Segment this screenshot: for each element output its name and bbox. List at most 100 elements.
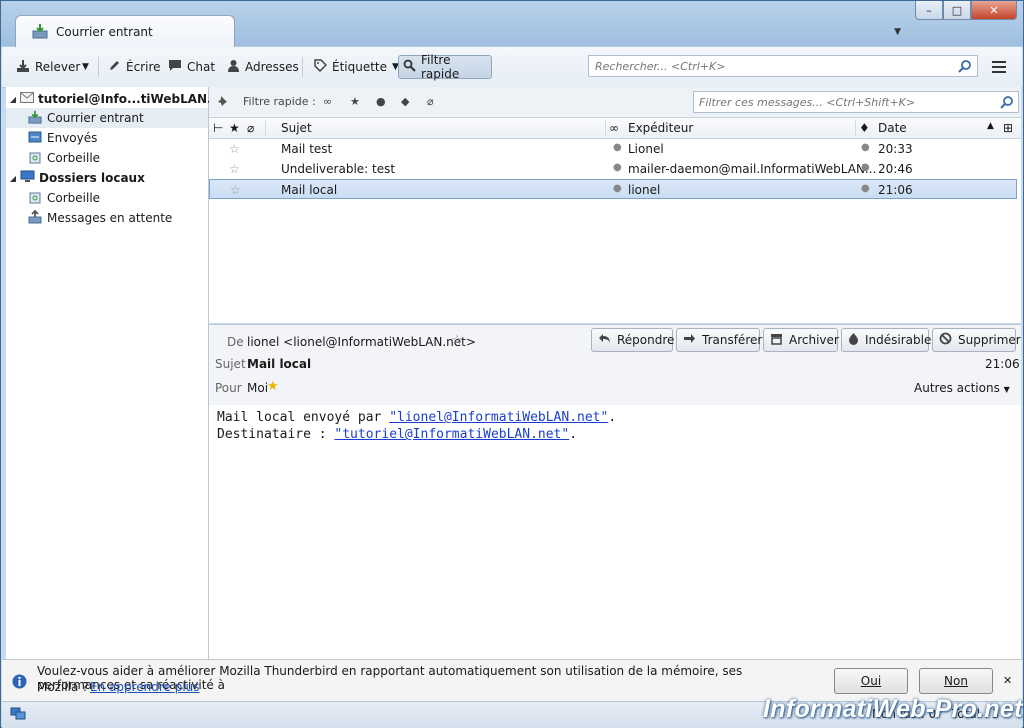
read-status-dot[interactable]: ● xyxy=(613,162,622,173)
pencil-icon xyxy=(108,59,121,75)
mail-account-icon xyxy=(20,92,34,106)
yes-button[interactable]: Oui xyxy=(834,668,908,694)
chat-button[interactable]: Chat xyxy=(164,55,219,79)
star-column-icon[interactable]: ★ xyxy=(229,121,240,135)
message-row[interactable]: ☆ Undeliverable: test ● mailer-daemon@ma… xyxy=(209,159,1017,179)
delete-button[interactable]: Supprimer xyxy=(932,328,1021,352)
chat-icon xyxy=(168,59,182,75)
computer-icon xyxy=(20,170,35,186)
address-book-button[interactable]: Adresses xyxy=(223,55,303,79)
tab-courrier-entrant[interactable]: Courrier entrant xyxy=(15,15,235,48)
read-status-dot[interactable]: ● xyxy=(613,183,622,194)
archive-button[interactable]: Archiver xyxy=(763,328,839,352)
global-search-input[interactable]: Rechercher... <Ctrl+K> xyxy=(588,55,978,77)
sender-column-header[interactable]: Expéditeur xyxy=(628,121,693,135)
toolbar-separator xyxy=(302,57,303,77)
read-column-icon[interactable]: ∞ xyxy=(609,121,619,135)
write-button[interactable]: Écrire xyxy=(104,55,165,79)
get-messages-label: Relever xyxy=(35,60,81,74)
maximize-button[interactable]: □ xyxy=(943,1,971,20)
folder-sent[interactable]: Envoyés xyxy=(6,128,97,148)
star-icon[interactable]: ☆ xyxy=(451,333,463,348)
mailto-link[interactable]: "lionel@InformatiWebLAN.net" xyxy=(389,410,608,425)
tag-filter-icon[interactable]: ◆ xyxy=(401,95,409,108)
star-filled-icon[interactable]: ★ xyxy=(267,379,279,394)
get-messages-dropdown[interactable]: ▼ xyxy=(78,55,93,79)
date-column-header[interactable]: Date xyxy=(878,121,907,135)
tabs-dropdown-icon[interactable]: ▼ xyxy=(894,27,901,37)
folder-inbox[interactable]: Courrier entrant xyxy=(6,108,208,128)
write-label: Écrire xyxy=(126,60,161,74)
delete-icon xyxy=(939,332,952,348)
close-window-button[interactable]: ✕ xyxy=(971,1,1017,20)
local-folders[interactable]: ◢ Dossiers locaux xyxy=(8,168,145,188)
search-icon[interactable] xyxy=(1000,95,1014,112)
hamburger-menu-icon[interactable] xyxy=(992,61,1006,76)
junk-status-dot[interactable]: ● xyxy=(861,162,870,173)
from-value[interactable]: lionel <lionel@InformatiWebLAN.net> xyxy=(247,335,476,349)
archive-icon xyxy=(770,333,783,348)
attachment-column-icon[interactable]: ⌀ xyxy=(247,121,254,135)
star-icon[interactable]: ☆ xyxy=(229,142,240,156)
subject-column-header[interactable]: Sujet xyxy=(281,121,312,135)
forward-button[interactable]: Transférer xyxy=(676,328,763,352)
collapse-icon[interactable]: ◢ xyxy=(8,95,18,104)
read-status-dot[interactable]: ● xyxy=(613,142,622,153)
star-icon[interactable]: ☆ xyxy=(229,162,240,176)
reply-button[interactable]: Répondre xyxy=(591,328,674,352)
junk-status-dot[interactable]: ● xyxy=(861,183,870,194)
junk-status-dot[interactable]: ● xyxy=(861,142,870,153)
tag-icon xyxy=(314,59,328,75)
folder-local-trash[interactable]: Corbeille xyxy=(6,188,100,208)
no-button[interactable]: Non xyxy=(919,668,993,694)
other-actions-button[interactable]: Autres actions ▼ xyxy=(914,381,1010,395)
download-icon xyxy=(16,59,30,76)
message-row[interactable]: ☆ Mail test ● Lionel ● 20:33 xyxy=(209,139,1017,159)
attachment-filter-icon[interactable]: ⌀ xyxy=(427,95,434,108)
quick-filter-label: Filtre rapide : xyxy=(243,95,316,108)
message-sender: Lionel xyxy=(628,142,664,156)
subject-value: Mail local xyxy=(247,357,312,371)
quick-filter-label: Filtre rapide xyxy=(421,53,460,81)
notification-text-2: Mozilla ? xyxy=(37,680,89,694)
tag-button[interactable]: Étiquette ▼ xyxy=(310,55,403,79)
message-row-selected[interactable]: ☆ Mail local ● lionel ● 21:06 xyxy=(209,179,1017,199)
get-messages-button[interactable]: Relever xyxy=(12,55,84,79)
mailto-link[interactable]: "tutoriel@InformatiWebLAN.net" xyxy=(334,427,569,442)
search-icon[interactable] xyxy=(958,59,972,76)
thread-column-icon[interactable]: ⊢ xyxy=(213,121,223,135)
to-value[interactable]: Moi xyxy=(247,381,268,395)
folder-trash[interactable]: Corbeille xyxy=(6,148,100,168)
sort-ascending-icon[interactable]: ▲ xyxy=(987,121,994,131)
main-toolbar: Relever ▼ Écrire Chat Adresses Étiquette… xyxy=(2,47,1022,88)
close-icon[interactable]: ✕ xyxy=(1003,674,1012,687)
account-label: tutoriel@Info...tiWebLAN.net xyxy=(38,92,235,106)
minimize-button[interactable]: – xyxy=(915,1,943,20)
filter-messages-input[interactable]: Filtrer ces messages... <Ctrl+Shift+K> xyxy=(693,91,1019,113)
folder-outbox[interactable]: Messages en attente xyxy=(6,208,172,228)
junk-button[interactable]: Indésirable xyxy=(841,328,931,352)
filter-placeholder: Filtrer ces messages... <Ctrl+Shift+K> xyxy=(699,95,916,109)
learn-more-link[interactable]: En apprendre plus xyxy=(90,680,200,694)
message-subject: Undeliverable: test xyxy=(281,162,396,176)
folder-label: Envoyés xyxy=(47,131,98,145)
collapse-icon[interactable]: ◢ xyxy=(8,174,18,183)
online-status-icon[interactable] xyxy=(10,707,26,724)
junk-column-icon[interactable]: ♦ xyxy=(859,121,870,135)
quick-filter-button[interactable]: Filtre rapide xyxy=(398,53,492,81)
folder-pane: ◢ tutoriel@Info...tiWebLAN.net Courrier … xyxy=(6,87,234,659)
account-tutoriel[interactable]: ◢ tutoriel@Info...tiWebLAN.net xyxy=(8,89,234,109)
message-list: ☆ Mail test ● Lionel ● 20:33 ☆ Undeliver… xyxy=(209,139,1021,323)
to-label: Pour xyxy=(215,381,242,395)
folder-label: Corbeille xyxy=(47,151,101,165)
pin-icon[interactable] xyxy=(217,95,231,109)
message-subject: Mail local xyxy=(281,183,338,197)
column-picker-icon[interactable]: ⊞ xyxy=(1003,121,1013,135)
contact-filter-icon[interactable]: ● xyxy=(376,95,386,108)
forward-label: Transférer xyxy=(702,333,763,347)
star-icon[interactable]: ☆ xyxy=(230,183,241,197)
unread-filter-icon[interactable]: ∞ xyxy=(323,95,332,108)
body-line-2: Destinataire : "tutoriel@InformatiWebLAN… xyxy=(217,427,577,442)
inbox-icon xyxy=(32,23,48,42)
star-filter-icon[interactable]: ★ xyxy=(350,95,360,108)
